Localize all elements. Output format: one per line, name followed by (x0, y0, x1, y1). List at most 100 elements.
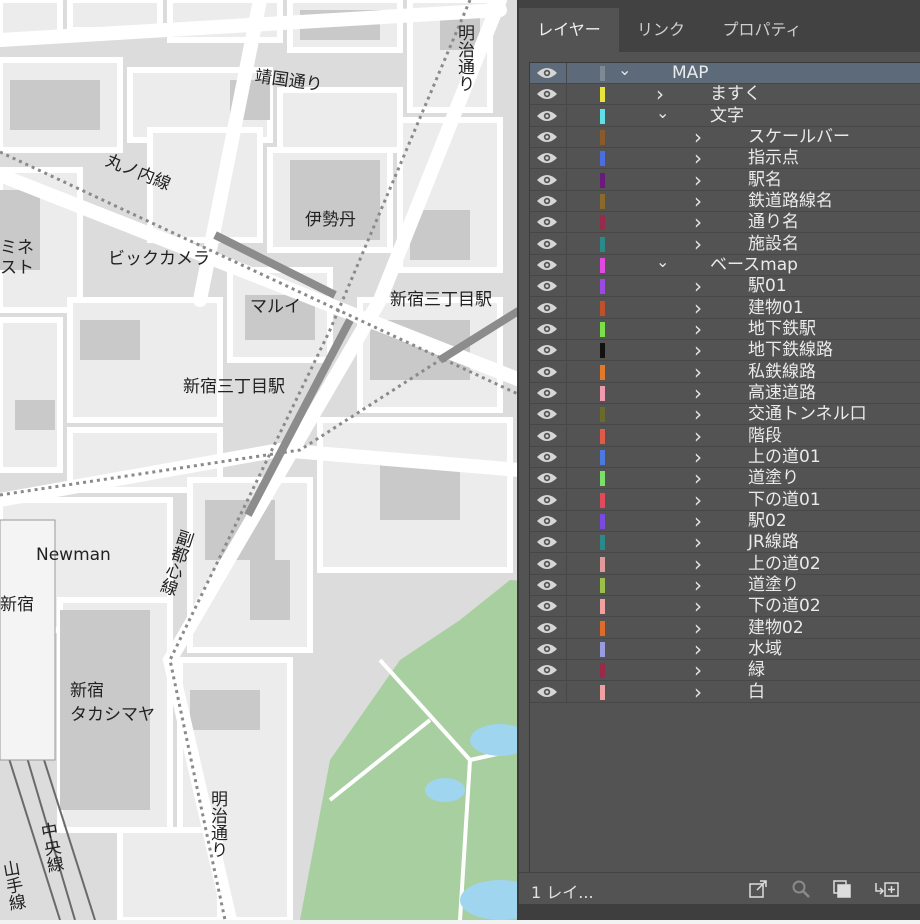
visibility-eye-icon[interactable] (536, 685, 558, 699)
lock-column[interactable] (566, 489, 567, 511)
layer-name[interactable]: 通り名 (748, 212, 799, 233)
layer-row[interactable]: › JR線路 (530, 532, 920, 554)
layer-name[interactable]: 駅01 (748, 276, 787, 297)
lock-column[interactable] (566, 638, 567, 660)
layer-name[interactable]: 白 (748, 682, 765, 703)
chevron-right-icon[interactable]: › (694, 126, 702, 148)
layer-name[interactable]: 指示点 (748, 148, 799, 169)
chevron-right-icon[interactable]: › (694, 297, 702, 319)
visibility-eye-icon[interactable] (536, 450, 558, 464)
layer-row[interactable]: › 交通トンネル口 (530, 404, 920, 426)
layer-row[interactable]: › 私鉄線路 (530, 361, 920, 383)
layer-row[interactable]: › 下の道01 (530, 489, 920, 511)
layer-row[interactable]: › 駅名 (530, 169, 920, 191)
layer-row[interactable]: › ますく (530, 84, 920, 106)
chevron-right-icon[interactable]: › (694, 148, 702, 169)
visibility-eye-icon[interactable] (536, 578, 558, 592)
visibility-eye-icon[interactable] (536, 215, 558, 229)
visibility-eye-icon[interactable] (536, 322, 558, 336)
visibility-eye-icon[interactable] (536, 258, 558, 272)
layer-row[interactable]: › 駅02 (530, 510, 920, 532)
layer-name[interactable]: 文字 (710, 106, 744, 127)
chevron-right-icon[interactable]: › (694, 276, 702, 297)
lock-column[interactable] (566, 532, 567, 554)
layer-name[interactable]: 道塗り (748, 575, 799, 596)
layer-name[interactable]: 下の道02 (748, 596, 821, 617)
layer-row[interactable]: › 上の道02 (530, 553, 920, 575)
lock-column[interactable] (566, 318, 567, 340)
chevron-right-icon[interactable]: › (694, 446, 702, 468)
visibility-eye-icon[interactable] (536, 493, 558, 507)
chevron-right-icon[interactable]: › (694, 510, 702, 532)
lock-column[interactable] (566, 681, 567, 703)
chevron-right-icon[interactable]: › (694, 361, 702, 383)
visibility-eye-icon[interactable] (536, 386, 558, 400)
layer-name[interactable]: MAP (672, 63, 709, 84)
layer-name[interactable]: 建物01 (748, 298, 804, 319)
visibility-eye-icon[interactable] (536, 599, 558, 613)
lock-column[interactable] (566, 63, 567, 84)
layer-name[interactable]: 水域 (748, 639, 782, 660)
lock-column[interactable] (566, 105, 567, 127)
chevron-right-icon[interactable]: › (694, 318, 702, 340)
layer-row[interactable]: › 水域 (530, 638, 920, 660)
chevron-right-icon[interactable]: › (694, 468, 702, 489)
lock-column[interactable] (566, 84, 567, 106)
lock-column[interactable] (566, 404, 567, 426)
layer-row[interactable]: › 上の道01 (530, 446, 920, 468)
chevron-down-icon[interactable]: ⌄ (656, 253, 669, 276)
chevron-right-icon[interactable]: › (694, 404, 702, 425)
visibility-eye-icon[interactable] (536, 109, 558, 123)
layer-row[interactable]: › 白 (530, 681, 920, 703)
visibility-eye-icon[interactable] (536, 66, 558, 80)
layer-name[interactable]: 交通トンネル口 (748, 404, 867, 425)
new-sublayer-icon[interactable] (874, 879, 900, 899)
visibility-eye-icon[interactable] (536, 471, 558, 485)
visibility-eye-icon[interactable] (536, 194, 558, 208)
chevron-right-icon[interactable]: › (694, 425, 702, 447)
visibility-eye-icon[interactable] (536, 365, 558, 379)
visibility-eye-icon[interactable] (536, 535, 558, 549)
chevron-right-icon[interactable]: › (694, 190, 702, 212)
visibility-eye-icon[interactable] (536, 642, 558, 656)
layer-list[interactable]: ⌄ MAP › ますく ⌄ 文字 › スケールバー › 指示点 › 駅名 › 鉄道路線名 › 通り名 › 施設名 ⌄… (529, 62, 920, 873)
chevron-right-icon[interactable]: › (694, 681, 702, 703)
layer-name[interactable]: 鉄道路線名 (748, 191, 833, 212)
visibility-eye-icon[interactable] (536, 151, 558, 165)
lock-column[interactable] (566, 510, 567, 532)
layer-name[interactable]: ベースmap (710, 255, 798, 276)
lock-column[interactable] (566, 382, 567, 404)
layer-name[interactable]: 私鉄線路 (748, 362, 816, 383)
chevron-right-icon[interactable]: › (694, 596, 702, 617)
lock-column[interactable] (566, 276, 567, 298)
layer-row[interactable]: ⌄ 文字 (530, 104, 920, 127)
search-icon[interactable] (791, 879, 811, 899)
visibility-eye-icon[interactable] (536, 557, 558, 571)
visibility-eye-icon[interactable] (536, 621, 558, 635)
lock-column[interactable] (566, 446, 567, 468)
visibility-eye-icon[interactable] (536, 87, 558, 101)
layer-row[interactable]: › 道塗り (530, 574, 920, 596)
lock-column[interactable] (566, 596, 567, 618)
visibility-eye-icon[interactable] (536, 429, 558, 443)
lock-column[interactable] (566, 425, 567, 447)
layer-name[interactable]: 下の道01 (748, 490, 821, 511)
layer-name[interactable]: 高速道路 (748, 383, 816, 404)
layer-row[interactable]: › 地下鉄駅 (530, 318, 920, 340)
layer-name[interactable]: ますく (710, 84, 761, 105)
layer-name[interactable]: 駅名 (748, 170, 782, 191)
layer-row[interactable]: › 通り名 (530, 212, 920, 234)
layer-row[interactable]: ⌄ MAP (530, 62, 920, 84)
layer-row[interactable]: › 指示点 (530, 148, 920, 170)
lock-column[interactable] (566, 660, 567, 682)
visibility-eye-icon[interactable] (536, 514, 558, 528)
layer-row[interactable]: › スケールバー (530, 126, 920, 148)
layer-name[interactable]: 地下鉄駅 (748, 319, 816, 340)
layer-row[interactable]: › 階段 (530, 425, 920, 447)
lock-column[interactable] (566, 340, 567, 362)
layer-name[interactable]: 上の道01 (748, 447, 821, 468)
chevron-right-icon[interactable]: › (694, 532, 702, 553)
visibility-eye-icon[interactable] (536, 173, 558, 187)
visibility-eye-icon[interactable] (536, 407, 558, 421)
layer-row[interactable]: › 下の道02 (530, 596, 920, 618)
